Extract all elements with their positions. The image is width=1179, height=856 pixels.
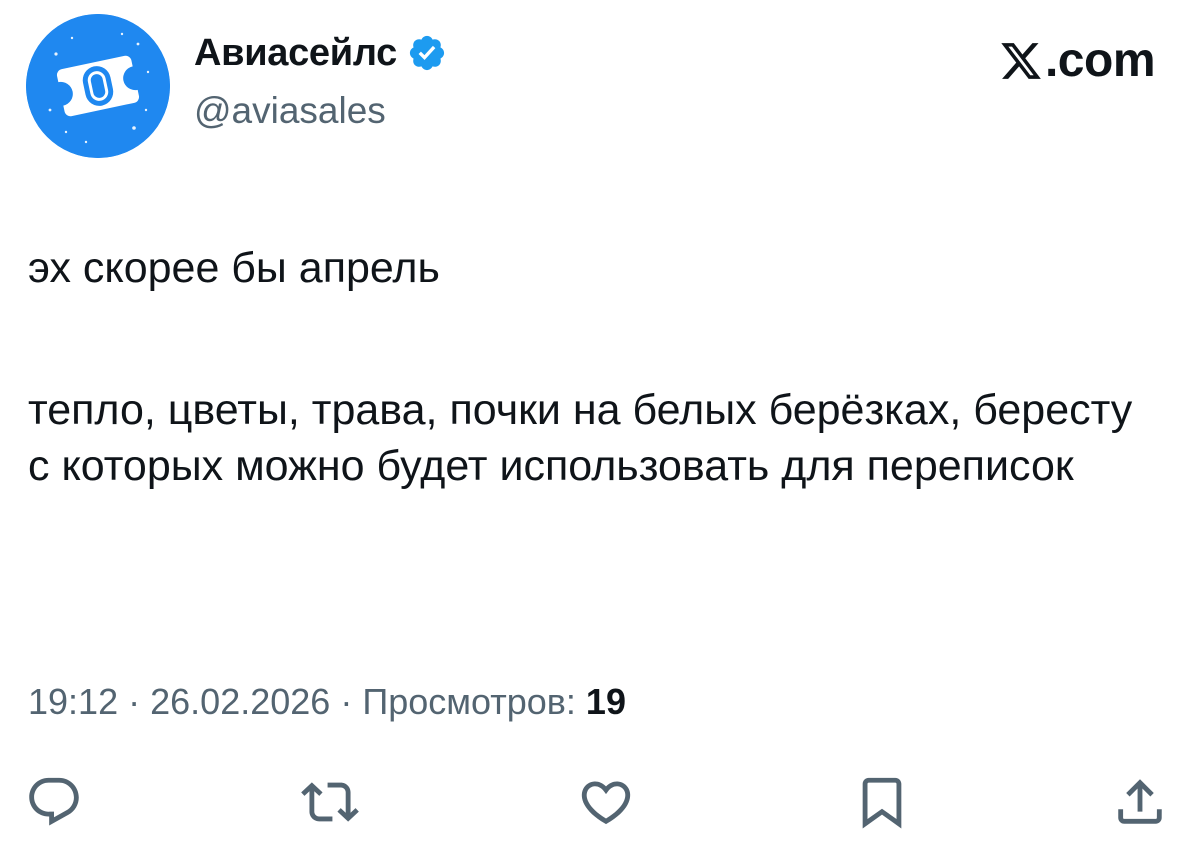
share-icon xyxy=(1118,779,1162,824)
brand-domain: .com xyxy=(1044,34,1156,87)
views-label: Просмотров: xyxy=(362,681,576,722)
reply-button[interactable] xyxy=(22,770,86,834)
heart-icon xyxy=(581,781,631,825)
tweet-paragraph: эх скорее бы апрель xyxy=(28,244,440,292)
tweet-meta: 19:12 · 26.02.2026 · Просмотров: 19 xyxy=(28,680,626,724)
tweet-date[interactable]: 26.02.2026 xyxy=(150,681,330,722)
tweet-text: эх скорее бы апрель тепло, цветы, трава,… xyxy=(28,240,1148,494)
bookmark-icon xyxy=(862,777,902,829)
like-button[interactable] xyxy=(574,770,638,834)
bookmark-button[interactable] xyxy=(850,770,914,834)
avatar[interactable] xyxy=(26,14,170,158)
views-count: 19 xyxy=(585,681,626,722)
author-handle[interactable]: @aviasales xyxy=(194,92,386,129)
display-name[interactable]: Авиасейлс xyxy=(194,34,397,72)
aviasales-logo-icon xyxy=(26,14,170,158)
x-logo-icon xyxy=(1001,43,1041,79)
meta-separator: · xyxy=(340,681,353,722)
reply-icon xyxy=(29,777,79,826)
brand-watermark: .com xyxy=(999,34,1156,87)
tweet-time[interactable]: 19:12 xyxy=(28,681,118,722)
share-button[interactable] xyxy=(1108,770,1172,834)
action-bar xyxy=(22,770,1172,834)
retweet-icon xyxy=(301,782,359,822)
meta-separator: · xyxy=(128,681,141,722)
retweet-button[interactable] xyxy=(298,770,362,834)
tweet-paragraph: тепло, цветы, трава, почки на белых берё… xyxy=(28,386,1133,490)
author-name-row[interactable]: Авиасейлс xyxy=(194,28,447,78)
verified-badge-icon xyxy=(409,35,445,71)
